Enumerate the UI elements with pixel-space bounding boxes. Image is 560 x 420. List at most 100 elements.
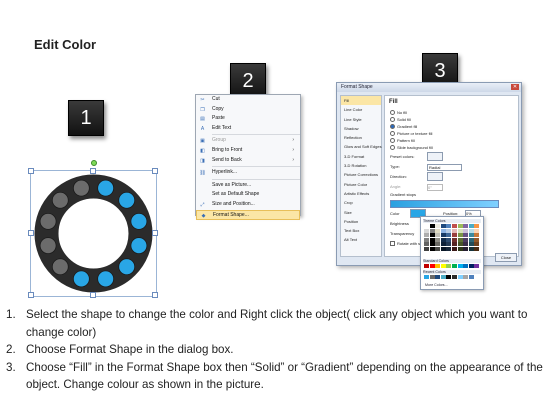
color-swatch[interactable] (463, 242, 469, 247)
color-swatch[interactable] (435, 275, 441, 279)
resize-handle[interactable] (90, 292, 96, 298)
color-swatch[interactable] (435, 246, 441, 251)
fill-option-radio[interactable]: Solid fill (390, 116, 433, 123)
color-swatch[interactable] (457, 233, 463, 238)
menu-item[interactable]: ✂ Cut (196, 95, 300, 105)
color-swatch[interactable] (463, 264, 469, 268)
preset-dropdown[interactable] (427, 152, 443, 161)
color-swatch[interactable] (429, 275, 435, 279)
color-swatch[interactable] (446, 237, 452, 242)
color-swatch[interactable] (446, 275, 452, 279)
color-swatch[interactable] (451, 224, 457, 228)
color-swatch[interactable] (474, 228, 480, 233)
color-swatch[interactable] (435, 242, 441, 247)
menu-item[interactable]: ▣ Group › (196, 136, 300, 146)
color-swatch[interactable] (474, 233, 480, 238)
color-swatch[interactable] (446, 228, 452, 233)
fill-option-radio[interactable]: Picture or texture fill (390, 130, 433, 137)
category-item[interactable]: Fill (341, 96, 381, 106)
color-swatch[interactable] (435, 237, 441, 242)
color-swatch[interactable] (451, 246, 457, 251)
more-colors-link[interactable]: More Colors... (425, 283, 448, 287)
color-swatch[interactable] (440, 242, 446, 247)
color-swatch[interactable] (474, 246, 480, 251)
menu-item[interactable]: ⤢ Size and Position... (196, 200, 300, 210)
menu-item[interactable]: Save as Picture... (196, 181, 300, 191)
color-swatch[interactable] (429, 264, 435, 268)
color-swatch[interactable] (446, 242, 452, 247)
category-item[interactable]: Shadow (341, 124, 381, 133)
color-swatch[interactable] (457, 246, 463, 251)
menu-item[interactable]: ⛓ Hyperlink... (196, 168, 300, 178)
fill-option-radio[interactable]: Gradient fill (390, 123, 433, 130)
color-swatch[interactable] (463, 224, 469, 228)
category-item[interactable]: Glow and Soft Edges (341, 142, 382, 151)
color-swatch[interactable] (474, 264, 480, 268)
resize-handle[interactable] (152, 168, 158, 174)
resize-handle[interactable] (90, 168, 96, 174)
color-swatch[interactable] (451, 264, 457, 268)
color-swatch[interactable] (457, 228, 463, 233)
resize-handle[interactable] (28, 168, 34, 174)
menu-item[interactable]: Set as Default Shape (196, 190, 300, 200)
resize-handle[interactable] (28, 230, 34, 236)
color-swatch[interactable] (468, 237, 474, 242)
color-swatch[interactable] (463, 246, 469, 251)
color-swatch[interactable] (424, 275, 429, 279)
category-item[interactable]: 3-D Rotation (341, 161, 381, 170)
category-item[interactable]: Crop (341, 198, 381, 207)
category-item[interactable]: 3-D Format (341, 152, 381, 161)
color-swatch[interactable] (424, 237, 429, 242)
menu-item[interactable]: ❐ Copy (196, 105, 300, 115)
color-swatch[interactable] (451, 242, 457, 247)
color-swatch[interactable] (451, 237, 457, 242)
ring-graphic[interactable] (31, 171, 156, 296)
color-swatch[interactable] (424, 224, 429, 228)
angle-input[interactable]: 0° (427, 184, 443, 191)
category-item[interactable]: Line Color (341, 105, 381, 114)
category-item[interactable]: Reflection (341, 133, 381, 142)
color-swatch[interactable] (429, 228, 435, 233)
color-swatch[interactable] (457, 242, 463, 247)
category-item[interactable]: Alt Text (341, 235, 381, 244)
menu-item[interactable]: ▤ Paste (196, 114, 300, 124)
rotate-handle[interactable] (91, 160, 97, 166)
color-swatch[interactable] (463, 275, 469, 279)
color-swatch[interactable] (457, 264, 463, 268)
color-swatch[interactable] (424, 233, 429, 238)
color-swatch[interactable] (468, 242, 474, 247)
color-swatch[interactable] (451, 275, 457, 279)
color-swatch[interactable] (435, 233, 441, 238)
close-icon[interactable]: ✕ (511, 84, 519, 90)
selected-ring-shape[interactable] (28, 160, 158, 298)
color-swatch[interactable] (429, 224, 435, 228)
color-swatch[interactable] (474, 237, 480, 242)
color-swatch[interactable] (446, 264, 452, 268)
category-item[interactable]: Line Style (341, 115, 381, 124)
fill-option-radio[interactable]: Pattern fill (390, 137, 433, 144)
resize-handle[interactable] (28, 292, 34, 298)
color-swatch[interactable] (468, 246, 474, 251)
color-swatch[interactable] (424, 242, 429, 247)
category-item[interactable]: Artistic Effects (341, 189, 381, 198)
color-swatch[interactable] (446, 246, 452, 251)
resize-handle[interactable] (152, 292, 158, 298)
category-item[interactable]: Picture Color (341, 180, 381, 189)
category-item[interactable]: Position (341, 217, 381, 226)
color-swatch[interactable] (457, 275, 463, 279)
color-swatch[interactable] (435, 228, 441, 233)
color-swatch[interactable] (468, 228, 474, 233)
color-swatch[interactable] (440, 224, 446, 228)
menu-item[interactable]: ◨ Send to Back › (196, 156, 300, 166)
color-swatch[interactable] (457, 224, 463, 228)
color-swatch[interactable] (440, 228, 446, 233)
color-swatch[interactable] (463, 233, 469, 238)
color-swatch[interactable] (429, 242, 435, 247)
category-item[interactable]: Picture Corrections (341, 170, 381, 179)
color-swatch[interactable] (440, 233, 446, 238)
resize-handle[interactable] (152, 230, 158, 236)
color-swatch[interactable] (468, 233, 474, 238)
color-swatch[interactable] (424, 264, 429, 268)
color-swatch[interactable] (451, 228, 457, 233)
close-button[interactable]: Close (495, 253, 517, 262)
